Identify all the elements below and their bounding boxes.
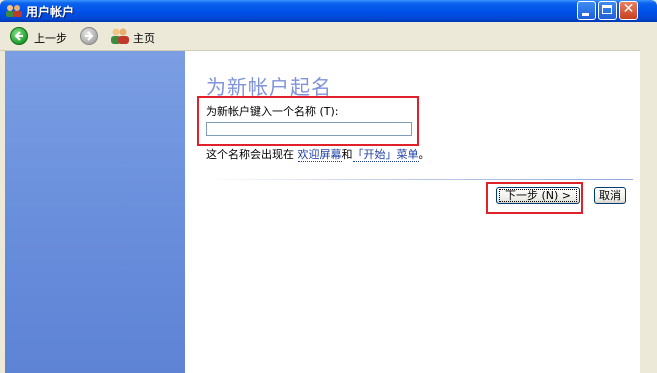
minimize-icon xyxy=(582,13,589,16)
home-label: 主页 xyxy=(133,32,155,45)
back-arrow-icon xyxy=(10,27,28,45)
hint-suffix: 。 xyxy=(418,148,430,161)
maximize-icon xyxy=(602,5,612,14)
client-area: 为新帐户起名 为新帐户键入一个名称 (T): 这个名称会出现在 欢迎屏幕和「开始… xyxy=(5,51,640,373)
users-icon xyxy=(111,28,129,44)
users-icon xyxy=(6,5,22,17)
window-border-right xyxy=(640,22,657,373)
welcome-screen-link[interactable]: 欢迎屏幕 xyxy=(297,148,342,162)
account-name-input[interactable] xyxy=(206,122,412,136)
hint-prefix: 这个名称会出现在 xyxy=(206,148,294,161)
window-title: 用户帐户 xyxy=(26,5,75,19)
close-button[interactable]: ✕ xyxy=(619,1,638,20)
title-bar[interactable]: 用户帐户 ✕ xyxy=(0,0,657,22)
name-hint: 这个名称会出现在 欢迎屏幕和「开始」菜单。 xyxy=(206,146,430,162)
focus-rect xyxy=(499,189,577,202)
next-button[interactable]: 下一步 (N) > xyxy=(496,187,580,204)
separator-line xyxy=(206,179,633,180)
forward-button[interactable] xyxy=(80,26,100,46)
hint-mid: 和 xyxy=(341,148,353,161)
back-label: 上一步 xyxy=(34,32,67,45)
home-button[interactable]: 主页 xyxy=(110,26,160,46)
main-pane: 为新帐户起名 为新帐户键入一个名称 (T): 这个名称会出现在 欢迎屏幕和「开始… xyxy=(185,51,640,373)
close-icon: ✕ xyxy=(622,1,635,17)
account-name-label: 为新帐户键入一个名称 (T): xyxy=(206,105,339,118)
user-accounts-window: 用户帐户 ✕ 上一步 主页 为新帐户起名 为新帐户键入一个名称 (T): 这个名… xyxy=(0,0,657,373)
cancel-button[interactable]: 取消 xyxy=(594,187,626,204)
left-task-pane xyxy=(5,51,185,373)
page-title: 为新帐户起名 xyxy=(206,75,332,99)
navigation-toolbar: 上一步 主页 xyxy=(0,22,640,51)
forward-arrow-icon xyxy=(80,27,98,45)
back-button[interactable]: 上一步 xyxy=(10,26,70,46)
minimize-button[interactable] xyxy=(577,1,596,20)
start-menu-link[interactable]: 「开始」菜单 xyxy=(352,148,419,162)
maximize-button[interactable] xyxy=(598,1,617,20)
